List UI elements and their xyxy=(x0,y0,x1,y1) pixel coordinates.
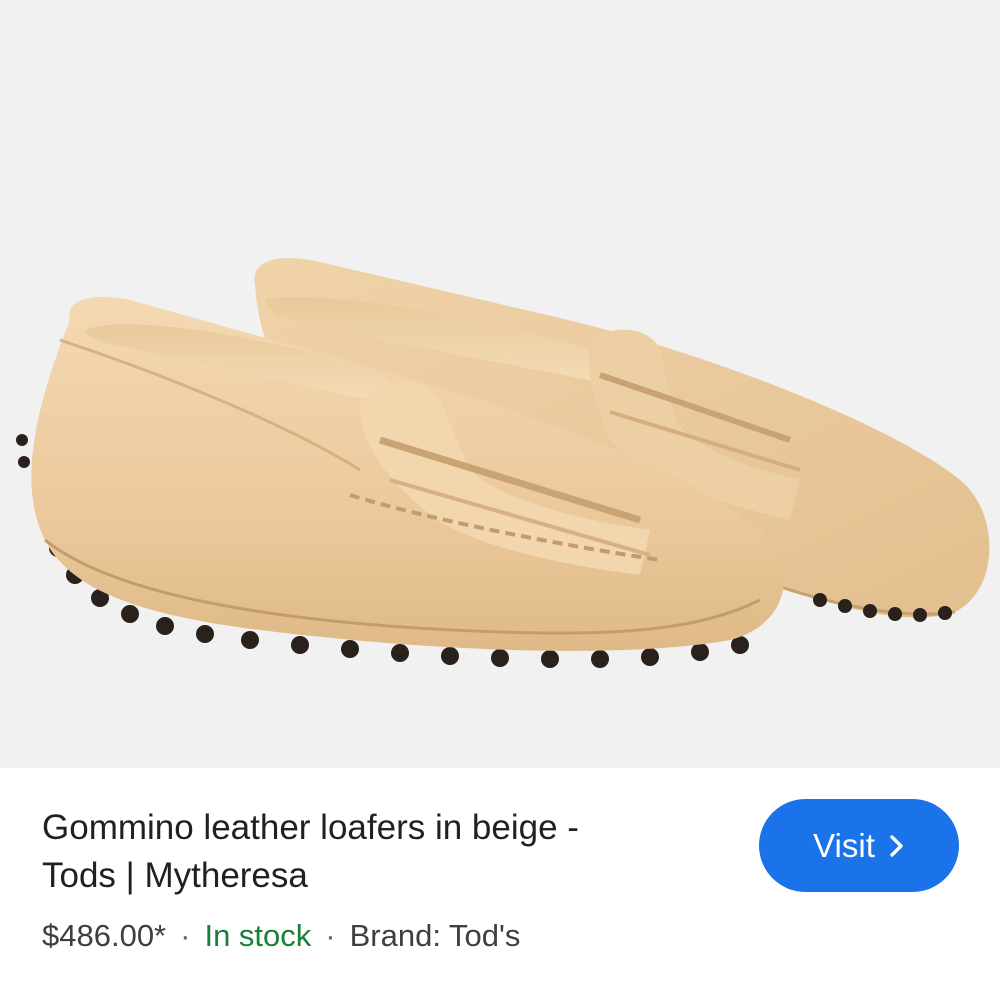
meta-separator: · xyxy=(325,918,336,953)
price: $486.00* xyxy=(42,918,167,953)
stock-status: In stock xyxy=(204,918,312,953)
product-title-line2[interactable]: Tods | Mytheresa xyxy=(42,856,308,895)
visit-button[interactable]: Visit xyxy=(759,799,959,892)
product-image[interactable] xyxy=(0,0,1000,768)
chevron-right-icon xyxy=(889,834,905,858)
brand-label: Brand: Tod's xyxy=(349,918,521,953)
loafers-illustration xyxy=(16,258,990,668)
visit-button-label: Visit xyxy=(813,826,875,864)
product-title-line1[interactable]: Gommino leather loafers in beige - xyxy=(42,808,579,847)
product-title[interactable]: Gommino leather loafers in beige - Tods |… xyxy=(42,804,722,900)
meta-separator: · xyxy=(180,918,191,953)
product-info-panel: Gommino leather loafers in beige - Tods |… xyxy=(0,768,1000,1000)
product-meta: $486.00* · In stock · Brand: Tod's xyxy=(42,916,520,956)
